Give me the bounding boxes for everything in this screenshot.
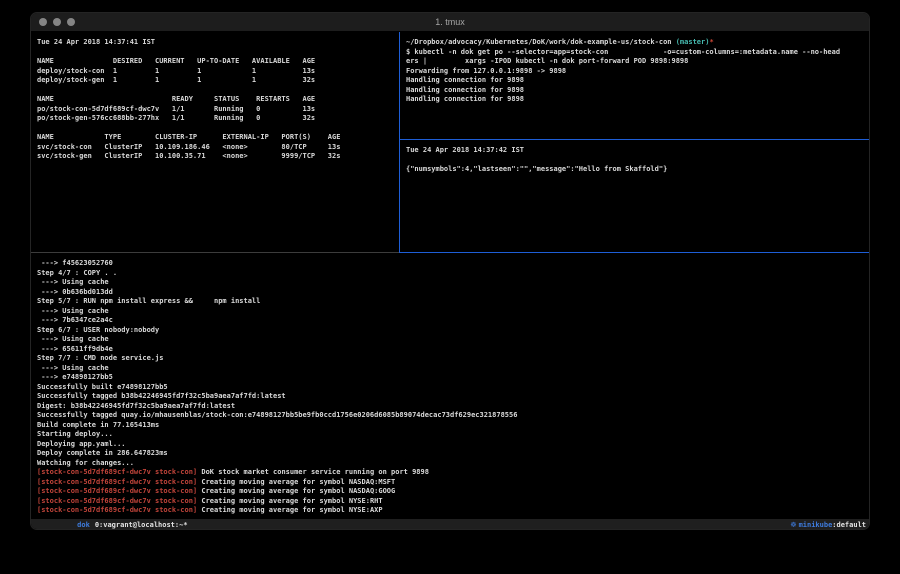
tmux-window-label[interactable]: 0:vagrant@localhost:~* — [95, 521, 188, 529]
terminal-line: Handling connection for 9898 — [406, 86, 870, 96]
terminal-line: Step 4/7 : COPY . . — [37, 269, 870, 279]
terminal-line: Step 7/7 : CMD node service.js — [37, 354, 870, 364]
terminal-line: ---> f45623052760 — [37, 259, 870, 269]
terminal-line — [37, 124, 405, 134]
terminal-line: svc/stock-gen ClusterIP 10.100.35.71 <no… — [37, 152, 405, 162]
terminal-line: Handling connection for 9898 — [406, 95, 870, 105]
terminal-line: Tue 24 Apr 2018 14:37:42 IST — [406, 146, 870, 156]
terminal-line: {"numsymbols":4,"lastseen":"","message":… — [406, 165, 870, 175]
terminal-line: ---> Using cache — [37, 307, 870, 317]
terminal-line — [37, 48, 405, 58]
terminal-line: NAME DESIRED CURRENT UP-TO-DATE AVAILABL… — [37, 57, 405, 67]
status-left: dok 0:vagrant@localhost:~* — [31, 513, 188, 530]
terminal-line: Step 6/7 : USER nobody:nobody — [37, 326, 870, 336]
terminal-line: Step 5/7 : RUN npm install express && np… — [37, 297, 870, 307]
terminal-line: ---> 65611ff9db4e — [37, 345, 870, 355]
terminal-line: svc/stock-con ClusterIP 10.109.186.46 <n… — [37, 143, 405, 153]
terminal-line: Tue 24 Apr 2018 14:37:41 IST — [37, 38, 405, 48]
terminal-line: [stock-con-5d7df689cf-dwc7v stock-con] C… — [37, 478, 870, 488]
terminal-window: 1. tmux Tue 24 Apr 2018 14:37:41 IST NAME… — [30, 12, 870, 530]
kubernetes-helm-icon: ☸ — [790, 521, 796, 529]
terminal-line: ---> Using cache — [37, 278, 870, 288]
terminal-line: Deploying app.yaml... — [37, 440, 870, 450]
terminal-line: ers | xargs -IPOD kubectl -n dok port-fo… — [406, 57, 870, 67]
terminal-line: [stock-con-5d7df689cf-dwc7v stock-con] C… — [37, 487, 870, 497]
tmux-terminal[interactable]: Tue 24 Apr 2018 14:37:41 IST NAME DESIRED… — [31, 32, 869, 530]
terminal-line: Build complete in 77.165413ms — [37, 421, 870, 431]
terminal-line — [37, 86, 405, 96]
terminal-line: Successfully tagged b38b42246945fd7f32c5… — [37, 392, 870, 402]
tmux-session-name: dok — [77, 521, 90, 529]
terminal-line: Successfully tagged quay.io/mhausenblas/… — [37, 411, 870, 421]
terminal-line: ---> 7b6347ce2a4c — [37, 316, 870, 326]
kube-namespace: :default — [832, 521, 866, 529]
terminal-line: ---> Using cache — [37, 364, 870, 374]
terminal-line: [stock-con-5d7df689cf-dwc7v stock-con] C… — [37, 497, 870, 507]
terminal-line: Deploy complete in 286.647823ms — [37, 449, 870, 459]
pane-port-forward[interactable]: ~/Dropbox/advocacy/Kubernetes/DoK/work/d… — [400, 32, 870, 145]
terminal-line: NAME TYPE CLUSTER-IP EXTERNAL-IP PORT(S)… — [37, 133, 405, 143]
pane-kubectl-tables[interactable]: Tue 24 Apr 2018 14:37:41 IST NAME DESIRED… — [31, 32, 405, 258]
terminal-line: NAME READY STATUS RESTARTS AGE — [37, 95, 405, 105]
terminal-line: deploy/stock-gen 1 1 1 1 32s — [37, 76, 405, 86]
terminal-line: Digest: b38b42246945fd7f32c5ba9aea7af7fd… — [37, 402, 870, 412]
terminal-line: ---> 0b636bd013dd — [37, 288, 870, 298]
terminal-line: Successfully built e74898127bb5 — [37, 383, 870, 393]
terminal-line: Watching for changes... — [37, 459, 870, 469]
terminal-line: Forwarding from 127.0.0.1:9898 -> 9898 — [406, 67, 870, 77]
terminal-line: Handling connection for 9898 — [406, 76, 870, 86]
terminal-line: po/stock-gen-576cc688bb-277hx 1/1 Runnin… — [37, 114, 405, 124]
pane-skaffold-build-log[interactable]: ---> f45623052760Step 4/7 : COPY . . ---… — [31, 253, 870, 524]
kube-context: minikube — [799, 521, 833, 529]
pane-curl-output[interactable]: Tue 24 Apr 2018 14:37:42 IST {"numsymbols… — [400, 140, 870, 258]
tmux-status-bar: dok 0:vagrant@localhost:~* ☸minikube:defa… — [31, 519, 869, 530]
terminal-line: ---> Using cache — [37, 335, 870, 345]
window-title: 1. tmux — [31, 13, 869, 31]
terminal-line: $ kubectl -n dok get po --selector=app=s… — [406, 48, 870, 58]
screenshot-canvas: 1. tmux Tue 24 Apr 2018 14:37:41 IST NAME… — [0, 0, 900, 574]
terminal-line — [406, 156, 870, 166]
terminal-line: ~/Dropbox/advocacy/Kubernetes/DoK/work/d… — [406, 38, 870, 48]
terminal-line: Starting deploy... — [37, 430, 870, 440]
terminal-line: po/stock-con-5d7df689cf-dwc7v 1/1 Runnin… — [37, 105, 405, 115]
terminal-line: ---> e74898127bb5 — [37, 373, 870, 383]
window-titlebar[interactable]: 1. tmux — [31, 13, 869, 32]
terminal-line: deploy/stock-con 1 1 1 1 13s — [37, 67, 405, 77]
terminal-line: [stock-con-5d7df689cf-dwc7v stock-con] D… — [37, 468, 870, 478]
status-right: ☸minikube:default — [748, 513, 869, 530]
